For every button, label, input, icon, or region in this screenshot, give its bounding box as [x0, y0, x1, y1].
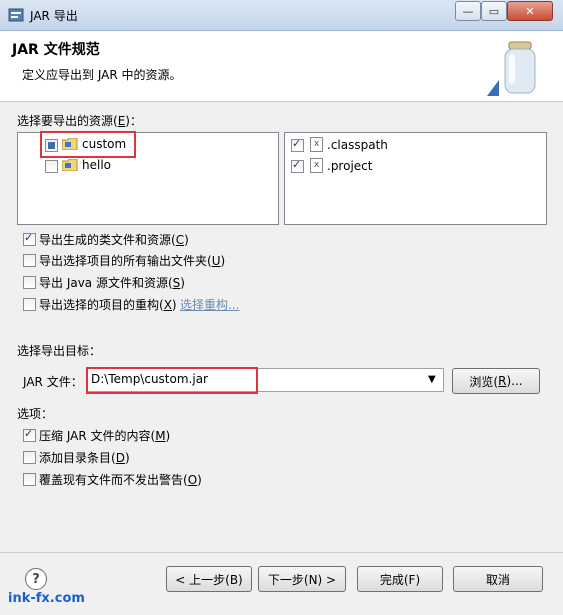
export-output-folders-label: 导出选择项目的所有输出文件夹(U)	[39, 254, 226, 268]
export-refactorings-checkbox[interactable]	[23, 298, 36, 311]
overwrite-label: 覆盖现有文件而不发出警告(O)	[39, 473, 202, 487]
add-directory-entries-label: 添加目录条目(D)	[39, 451, 130, 465]
watermark: ink-fx.com	[8, 591, 85, 606]
chevron-down-icon[interactable]: ▼	[428, 374, 436, 385]
add-directory-entries-checkbox[interactable]	[23, 451, 36, 464]
separator	[0, 552, 563, 553]
app-icon	[8, 8, 24, 22]
overwrite-checkbox[interactable]	[23, 473, 36, 486]
export-java-source-checkbox[interactable]	[23, 276, 36, 289]
jar-icon	[487, 41, 536, 96]
select-refactorings-link[interactable]: 选择重构...	[180, 296, 239, 313]
resources-label: 选择要导出的资源(E)：	[17, 114, 142, 128]
finish-button[interactable]: 完成(F)	[357, 566, 443, 592]
maximize-button[interactable]: ▭	[481, 1, 507, 21]
file-item-classpath[interactable]: .classpath	[327, 138, 388, 152]
file-item-project[interactable]: .project	[327, 159, 372, 173]
back-button[interactable]: < 上一步(B)	[166, 566, 252, 592]
page-description: 定义应导出到 JAR 中的资源。	[22, 68, 182, 82]
compress-label: 压缩 JAR 文件的内容(M)	[39, 429, 171, 443]
export-classes-label: 导出生成的类文件和资源(C)	[39, 233, 189, 247]
jar-file-label: JAR 文件：	[23, 375, 83, 389]
export-classes-checkbox[interactable]	[23, 231, 36, 246]
window-title: JAR 导出	[30, 9, 78, 23]
xml-file-icon: x	[310, 158, 323, 173]
highlight-box-jar-path	[86, 367, 258, 394]
help-icon[interactable]: ?	[25, 568, 47, 590]
next-button[interactable]: 下一步(N) >	[258, 566, 346, 592]
options-label: 选项：	[17, 407, 54, 421]
tree-item-hello[interactable]: hello	[82, 158, 111, 172]
target-label: 选择导出目标：	[17, 344, 102, 358]
classpath-checkbox[interactable]	[291, 137, 304, 152]
hello-checkbox[interactable]	[45, 160, 58, 173]
export-output-folders-checkbox[interactable]	[23, 254, 36, 267]
highlight-box-custom	[40, 131, 136, 158]
close-button[interactable]: ✕	[507, 1, 553, 21]
project-folder-icon	[62, 159, 78, 171]
project-checkbox[interactable]	[291, 158, 304, 173]
browse-button[interactable]: 浏览(R)...	[452, 368, 540, 394]
page-title: JAR 文件规范	[12, 42, 100, 58]
export-java-source-label: 导出 Java 源文件和资源(S)	[39, 276, 185, 290]
file-list[interactable]	[284, 132, 547, 225]
cancel-button[interactable]: 取消	[453, 566, 543, 592]
export-refactorings-label: 导出选择的项目的重构(X)	[39, 298, 177, 312]
compress-checkbox[interactable]	[23, 427, 36, 442]
minimize-button[interactable]: —	[455, 1, 481, 21]
xml-file-icon: x	[310, 137, 323, 152]
